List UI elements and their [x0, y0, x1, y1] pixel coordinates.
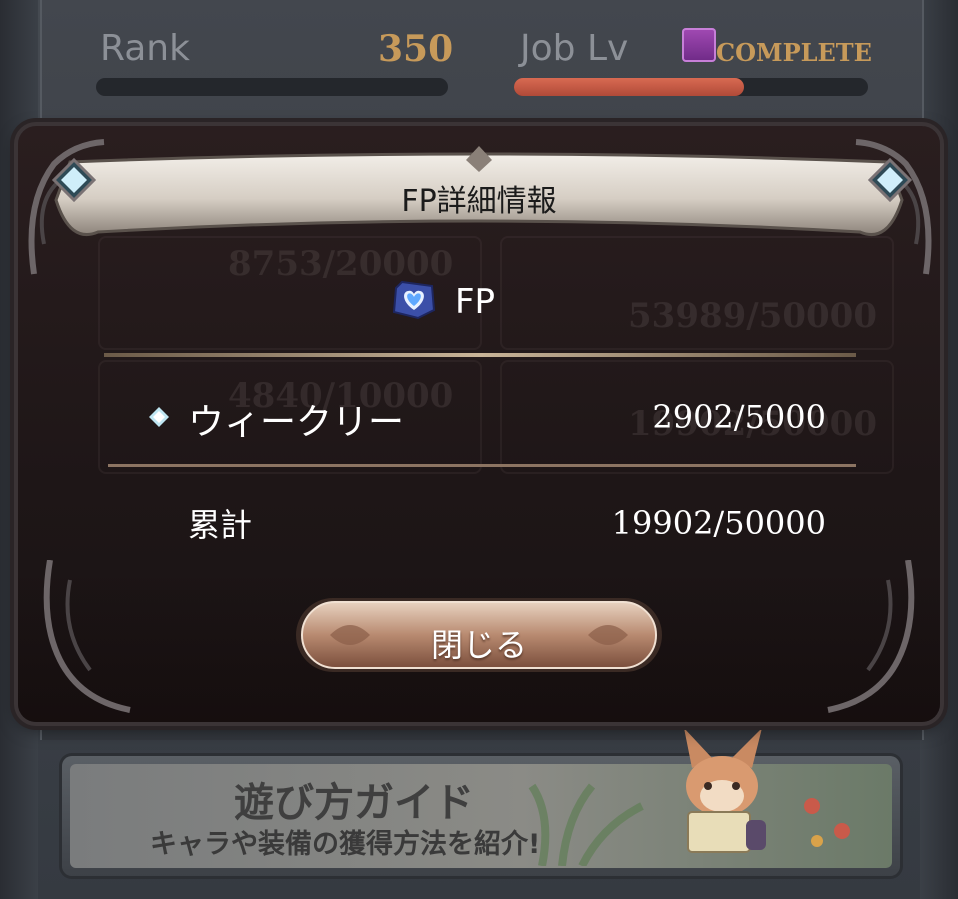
section-divider	[104, 353, 856, 357]
job-complete-label: COMPLETE	[716, 38, 872, 67]
job-progress-bar	[514, 78, 868, 96]
rank-label: Rank	[100, 28, 190, 69]
fp-section-label: FP	[455, 282, 496, 322]
weekly-value: 2902/5000	[652, 398, 826, 436]
weekly-label: ウィークリー	[188, 402, 405, 443]
rank-progress-bar	[96, 78, 448, 96]
corner-ornament-bottom-left	[43, 560, 131, 713]
plant-decoration-icon	[528, 783, 644, 866]
guide-subtitle: キャラや装備の獲得方法を紹介!	[150, 829, 541, 860]
flower-decoration-icon	[804, 798, 850, 847]
total-value: 19902/50000	[611, 504, 826, 542]
total-label: 累計	[188, 506, 253, 544]
fp-heart-icon	[392, 280, 436, 320]
guide-title: 遊び方ガイド	[234, 780, 474, 826]
close-button[interactable]	[290, 590, 668, 680]
rank-value: 350	[378, 28, 454, 70]
row-divider	[108, 464, 856, 467]
bg-value-right-top: 53989/50000	[628, 296, 877, 336]
corner-ornament-bottom-right	[827, 560, 915, 713]
job-progress-fill	[514, 78, 745, 96]
play-guide-banner[interactable]: 遊び方ガイド キャラや装備の獲得方法を紹介!	[62, 728, 900, 876]
bg-value-left-top: 8753/20000	[228, 244, 454, 284]
staff-icon	[682, 28, 716, 62]
fox-mascot-icon	[684, 728, 766, 853]
diamond-bullet-icon	[149, 407, 169, 427]
dialog-title: FP詳細情報	[401, 184, 557, 219]
job-level-label: Job Lv	[520, 28, 629, 69]
